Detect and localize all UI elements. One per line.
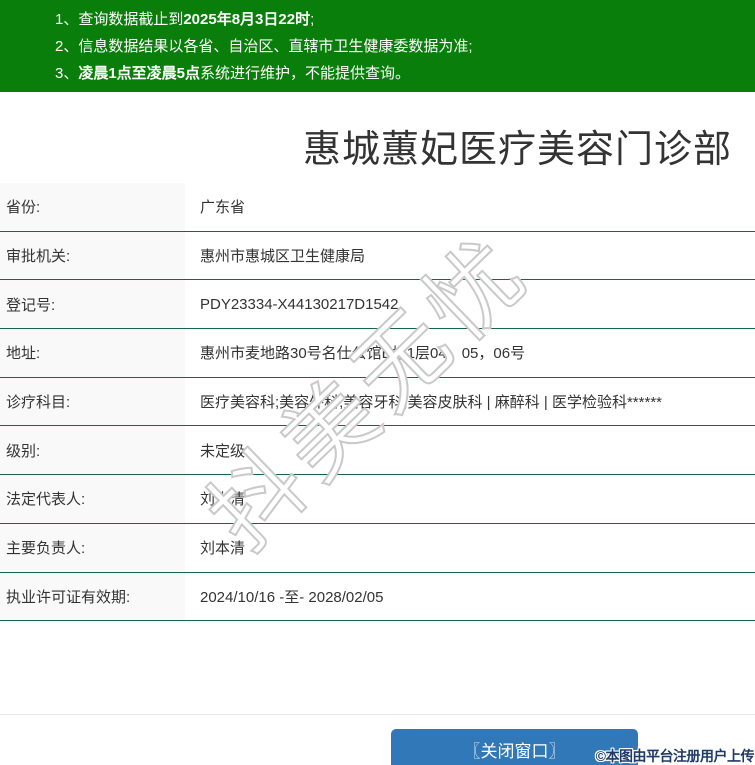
notice-bar: 1、查询数据截止到2025年8月3日22时; 2、信息数据结果以各省、自治区、直辖… (0, 0, 755, 92)
notice-item: 2、信息数据结果以各省、自治区、直辖市卫生健康委数据为准; (55, 33, 755, 60)
row-label: 法定代表人: (0, 475, 185, 523)
table-row: 法定代表人: 刘本清 (0, 475, 755, 524)
upload-badge: ©本图由平台注册用户上传 (595, 748, 755, 764)
table-row: 审批机关: 惠州市惠城区卫生健康局 (0, 231, 755, 281)
page-title: 惠城蕙妃医疗美容门诊部 (302, 129, 732, 171)
notice-segment: 2、信息数据结果以各省、自治区、直辖市卫生健康委数据为准; (55, 38, 473, 55)
table-row: 诊疗科目: 医疗美容科;美容外科;美容牙科;美容皮肤科 | 麻醉科 | 医学检验科… (0, 377, 755, 427)
notice-segment: 系统进行维护，不能提供查询。 (200, 65, 411, 82)
table-row: 省份: 广东省 (0, 183, 755, 232)
row-value: 惠州市麦地路30号名仕公馆B栋1层04，05，06号 (200, 345, 526, 363)
notice-segment: 1、查询数据截止到 (55, 11, 184, 28)
row-value: 医疗美容科;美容外科;美容牙科;美容皮肤科 | 麻醉科 | 医学检验科*****… (200, 394, 662, 412)
row-value: 刘本清 (200, 491, 246, 509)
row-value: PDY23334-X44130217D1542 (200, 295, 399, 313)
info-table: 省份: 广东省 审批机关: 惠州市惠城区卫生健康局 登记号: PDY23334-X4413… (0, 183, 755, 622)
table-row: 级别: 未定级 (0, 426, 755, 476)
row-label: 主要负责人: (0, 523, 185, 572)
query-result-page: 1、查询数据截止到2025年8月3日22时; 2、信息数据结果以各省、自治区、直辖… (0, 0, 755, 765)
notice-item: 3、凌晨1点至凌晨5点系统进行维护，不能提供查询。 (55, 60, 755, 87)
table-row: 执业许可证有效期: 2024/10/16 -至- 2028/02/05 (0, 572, 755, 622)
row-label: 执业许可证有效期: (0, 572, 185, 621)
table-row: 地址: 惠州市麦地路30号名仕公馆B栋1层04，05，06号 (0, 329, 755, 378)
table-row: 主要负责人: 刘本清 (0, 523, 755, 573)
row-value: 2024/10/16 -至- 2028/02/05 (200, 588, 384, 606)
row-value: 刘本清 (200, 540, 246, 558)
row-label: 级别: (0, 426, 185, 475)
notice-item: 1、查询数据截止到2025年8月3日22时; (55, 6, 755, 33)
notice-segment: 凌晨1点至凌晨5点 (78, 65, 201, 82)
row-label: 审批机关: (0, 231, 185, 280)
row-label: 地址: (0, 329, 185, 377)
notice-segment: ; (310, 11, 315, 28)
notice-segment: 3、 (55, 65, 79, 82)
row-label: 登记号: (0, 280, 185, 329)
notice-list: 1、查询数据截止到2025年8月3日22时; 2、信息数据结果以各省、自治区、直辖… (0, 0, 755, 87)
row-label: 诊疗科目: (0, 377, 185, 426)
row-value: 广东省 (200, 199, 246, 217)
notice-segment: 2025年8月3日22时 (183, 11, 311, 28)
row-value: 惠州市惠城区卫生健康局 (200, 248, 366, 266)
footer-divider (0, 714, 755, 715)
row-label: 省份: (0, 183, 185, 231)
row-value: 未定级 (200, 442, 246, 460)
table-row: 登记号: PDY23334-X44130217D1542 (0, 280, 755, 330)
title-wrap: 惠城蕙妃医疗美容门诊部 (0, 118, 755, 173)
